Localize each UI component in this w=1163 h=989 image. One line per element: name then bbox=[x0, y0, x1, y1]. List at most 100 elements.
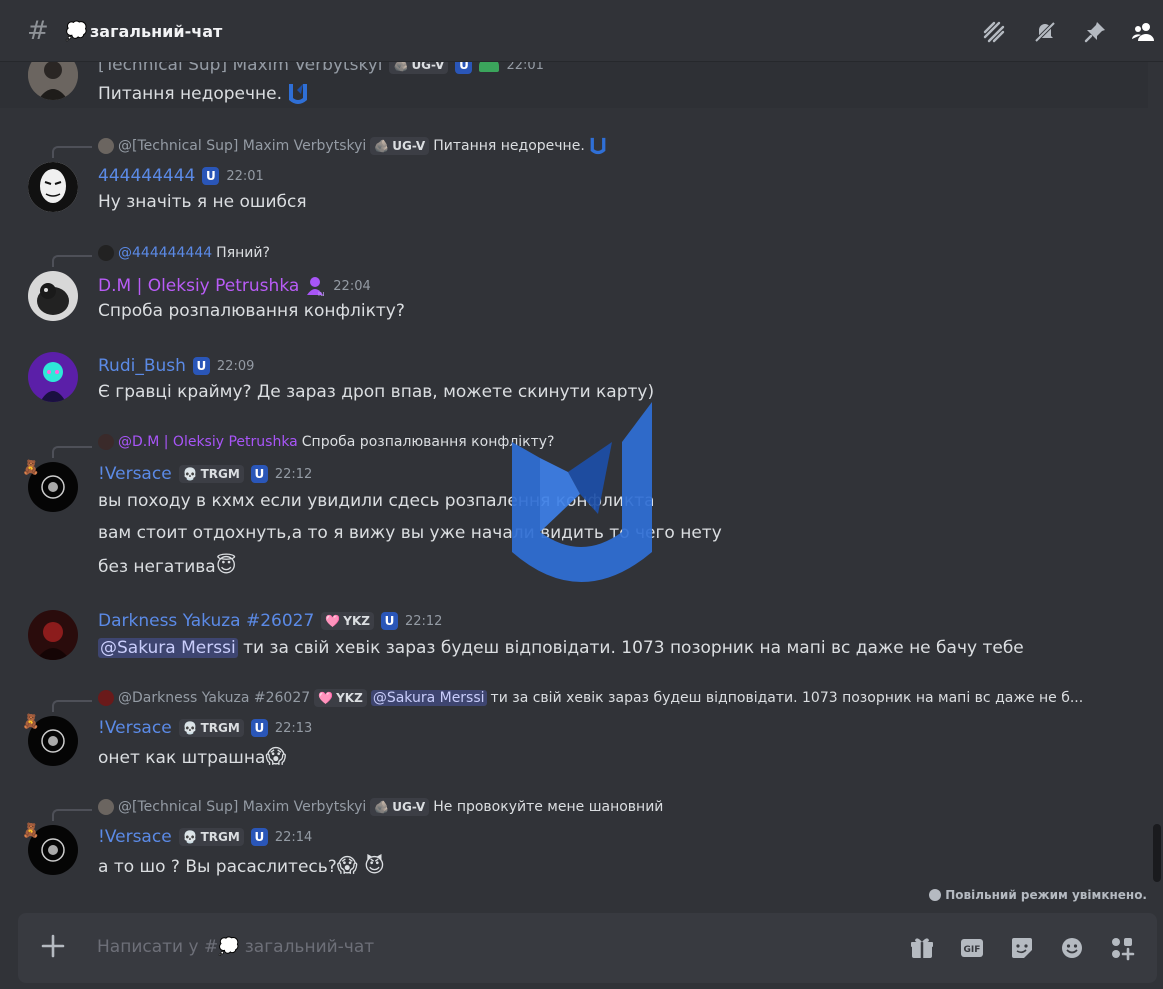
username[interactable]: D.M | Oleksiy Petrushka bbox=[98, 276, 299, 296]
gift-icon[interactable] bbox=[909, 935, 935, 961]
message[interactable]: Darkness Yakuza #26027 🩷 YKZ U 22:12 @Sak… bbox=[0, 604, 1148, 674]
avatar-decoration-icon: 🧸 bbox=[22, 460, 40, 476]
avatar[interactable] bbox=[28, 271, 78, 321]
gif-icon[interactable]: GIF bbox=[959, 935, 985, 961]
message-text: а то шо ? Вы расаслитесь?😱 😈 bbox=[98, 853, 385, 877]
pinned-messages-icon[interactable] bbox=[1083, 20, 1107, 44]
message[interactable]: @D.M | Oleksiy Petrushka Спроба розпалюв… bbox=[0, 432, 1148, 582]
threads-icon[interactable] bbox=[982, 20, 1006, 44]
message-composer[interactable]: Написати у #💭 загальний-чат GIF bbox=[18, 913, 1157, 983]
reply-username[interactable]: @[Technical Sup] Maxim Verbytskyi bbox=[118, 138, 366, 154]
plant-badge-icon bbox=[479, 62, 500, 72]
reply-username[interactable]: @D.M | Oleksiy Petrushka bbox=[118, 434, 298, 450]
u-logo-emoji bbox=[589, 136, 607, 156]
guild-tag[interactable]: 💀 TRGM bbox=[178, 828, 244, 846]
guild-tag[interactable]: 🩷 YKZ bbox=[321, 612, 374, 630]
username[interactable]: !Versace bbox=[98, 464, 172, 484]
timestamp[interactable]: 22:12 bbox=[405, 614, 442, 629]
user-mention[interactable]: @Sakura Merssi bbox=[98, 638, 238, 658]
scrollbar-thumb[interactable] bbox=[1153, 824, 1161, 882]
message-text: Є гравці крайму? Де зараз дроп впав, мож… bbox=[98, 382, 655, 402]
apps-icon[interactable] bbox=[1109, 935, 1135, 961]
guild-tag[interactable]: 💀 TRGM bbox=[178, 465, 244, 483]
username[interactable]: 444444444 bbox=[98, 166, 195, 186]
username[interactable]: !Versace bbox=[98, 718, 172, 738]
avatar-decoration-icon: 🧸 bbox=[22, 714, 40, 730]
username[interactable]: [Technical Sup] Maxim Verbytskyi bbox=[98, 62, 382, 75]
guild-tag[interactable]: 🪨 UG-V bbox=[389, 62, 449, 74]
reply-avatar bbox=[98, 690, 114, 706]
server-badge[interactable]: U bbox=[455, 62, 473, 74]
message-content: без негатива bbox=[98, 557, 216, 577]
timestamp[interactable]: 22:12 bbox=[275, 467, 312, 482]
message[interactable]: @444444444 Пяний? D.M | Oleksiy Petrushk… bbox=[0, 241, 1148, 331]
sticker-icon[interactable] bbox=[1009, 935, 1035, 961]
server-badge[interactable]: U bbox=[202, 167, 220, 185]
reply-preview[interactable]: @[Technical Sup] Maxim Verbytskyi 🪨 UG-V … bbox=[98, 798, 663, 816]
reply-text: Пяний? bbox=[216, 245, 270, 261]
server-badge[interactable]: U bbox=[192, 357, 210, 375]
reply-preview[interactable]: @444444444 Пяний? bbox=[98, 245, 270, 261]
reply-tag-label: UG-V bbox=[392, 800, 426, 814]
reply-guild-tag: 🪨 UG-V bbox=[370, 798, 430, 816]
reply-username[interactable]: @444444444 bbox=[118, 245, 212, 261]
message-header: !Versace 💀 TRGM U 22:14 bbox=[98, 827, 312, 847]
timestamp[interactable]: 22:04 bbox=[333, 279, 370, 294]
message-content: Питання недоречне. bbox=[98, 84, 283, 104]
notifications-muted-icon[interactable] bbox=[1033, 20, 1057, 44]
message-text: Ну значіть я не ошибся bbox=[98, 192, 307, 212]
message-list[interactable]: [Technical Sup] Maxim Verbytskyi 🪨 UG-V U… bbox=[0, 62, 1152, 912]
message[interactable]: @[Technical Sup] Maxim Verbytskyi 🪨 UG-V … bbox=[0, 132, 1148, 222]
message-text-line: без негатива😇 bbox=[98, 553, 237, 577]
avatar[interactable] bbox=[28, 162, 78, 212]
tag-label: YKZ bbox=[343, 614, 370, 628]
message[interactable]: [Technical Sup] Maxim Verbytskyi 🪨 UG-V U… bbox=[0, 62, 1148, 108]
timestamp[interactable]: 22:14 bbox=[275, 830, 312, 845]
message[interactable]: @[Technical Sup] Maxim Verbytskyi 🪨 UG-V … bbox=[0, 795, 1148, 885]
reply-preview[interactable]: @D.M | Oleksiy Petrushka Спроба розпалюв… bbox=[98, 434, 555, 450]
timestamp[interactable]: 22:01 bbox=[226, 169, 263, 184]
message-text: Питання недоречне. bbox=[98, 82, 309, 106]
message-header: Darkness Yakuza #26027 🩷 YKZ U 22:12 bbox=[98, 611, 442, 631]
timestamp[interactable]: 22:01 bbox=[506, 62, 543, 73]
reply-mention[interactable]: @Sakura Merssi bbox=[370, 690, 487, 706]
avatar[interactable] bbox=[28, 610, 78, 660]
message-header: [Technical Sup] Maxim Verbytskyi 🪨 UG-V U… bbox=[98, 62, 544, 75]
message-text: Спроба розпалювання конфлікту? bbox=[98, 301, 405, 321]
reply-preview[interactable]: @Darkness Yakuza #26027 🩷 YKZ @Sakura Mer… bbox=[98, 689, 1083, 707]
message-header: 444444444 U 22:01 bbox=[98, 166, 264, 186]
reply-avatar bbox=[98, 434, 114, 450]
message[interactable]: @Darkness Yakuza #26027 🩷 YKZ @Sakura Mer… bbox=[0, 686, 1148, 776]
reaction-emojis: 😱 😈 bbox=[336, 853, 385, 877]
server-badge[interactable]: U bbox=[250, 719, 268, 737]
reply-username[interactable]: @[Technical Sup] Maxim Verbytskyi bbox=[118, 799, 366, 815]
channel-emoji: 💭 bbox=[65, 21, 88, 42]
server-badge[interactable]: U bbox=[250, 828, 268, 846]
avatar[interactable] bbox=[28, 62, 78, 100]
reply-connector bbox=[52, 809, 92, 821]
u-logo-emoji bbox=[287, 82, 309, 106]
timestamp[interactable]: 22:13 bbox=[275, 721, 312, 736]
reply-avatar bbox=[98, 138, 114, 154]
message-text: @Sakura Merssi ти за свій хевік зараз бу… bbox=[98, 638, 1024, 658]
message-header: D.M | Oleksiy Petrushka iu 22:04 bbox=[98, 275, 371, 298]
channel-header: # 💭 загальний-чат bbox=[0, 0, 1163, 62]
guild-tag[interactable]: 💀 TRGM bbox=[178, 719, 244, 737]
reply-preview[interactable]: @[Technical Sup] Maxim Verbytskyi 🪨 UG-V … bbox=[98, 136, 607, 156]
username[interactable]: Rudi_Bush bbox=[98, 356, 186, 376]
avatar[interactable] bbox=[28, 352, 78, 402]
server-badge[interactable]: U bbox=[380, 612, 398, 630]
message[interactable]: Rudi_Bush U 22:09 Є гравці крайму? Де за… bbox=[0, 350, 1148, 410]
emoji-picker-icon[interactable] bbox=[1059, 935, 1085, 961]
member-list-icon[interactable] bbox=[1132, 20, 1156, 44]
reply-username[interactable]: @Darkness Yakuza #26027 bbox=[118, 690, 310, 706]
timestamp[interactable]: 22:09 bbox=[217, 359, 254, 374]
username[interactable]: Darkness Yakuza #26027 bbox=[98, 611, 314, 631]
reply-connector bbox=[52, 446, 92, 458]
username[interactable]: !Versace bbox=[98, 827, 172, 847]
message-input[interactable]: Написати у #💭 загальний-чат bbox=[97, 937, 374, 957]
reply-text: ти за свій хевік зараз будеш відповідати… bbox=[490, 690, 1084, 706]
upload-plus-icon[interactable] bbox=[38, 931, 68, 961]
reply-avatar bbox=[98, 799, 114, 815]
server-badge[interactable]: U bbox=[250, 465, 268, 483]
